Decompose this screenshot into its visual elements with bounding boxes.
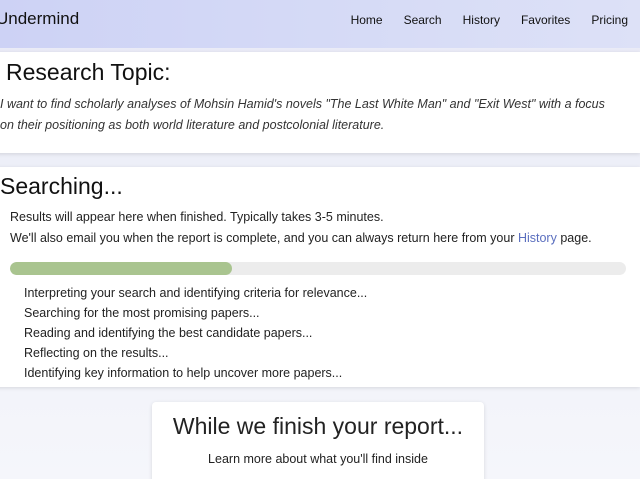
nav-links: Home Search History Favorites Pricing	[330, 13, 628, 27]
search-step-item: Interpreting your search and identifying…	[24, 286, 368, 300]
search-steps-list: Interpreting your search and identifying…	[24, 283, 367, 383]
progress-bar	[10, 262, 626, 275]
progress-bar-fill	[10, 262, 232, 275]
brand-logo[interactable]: Undermind	[0, 9, 79, 29]
searching-heading: Searching...	[0, 173, 123, 199]
status-message-email-text: We'll also email you when the report is …	[10, 231, 518, 245]
search-step-item: Reading and identifying the best candida…	[24, 326, 313, 340]
top-navbar: Undermind Home Search History Favorites …	[0, 0, 640, 48]
nav-link-favorites[interactable]: Favorites	[521, 13, 570, 27]
search-step-item: Identifying key information to help unco…	[24, 366, 343, 380]
search-step-item: Reflecting on the results...	[24, 346, 169, 360]
nav-link-history[interactable]: History	[463, 13, 500, 27]
search-step-item: Searching for the most promising papers.…	[24, 306, 260, 320]
while-we-finish-subtext: Learn more about what you'll find inside	[208, 452, 428, 466]
history-link[interactable]: History	[518, 231, 557, 245]
research-topic-text: I want to find scholarly analyses of Moh…	[0, 94, 640, 136]
nav-link-pricing[interactable]: Pricing	[591, 13, 628, 27]
research-topic-line-2: on their positioning as both world liter…	[0, 118, 385, 132]
research-topic-line-1: I want to find scholarly analyses of Moh…	[0, 97, 605, 111]
while-we-finish-heading: While we finish your report...	[172, 413, 464, 439]
status-message-email-suffix: page.	[556, 231, 592, 245]
nav-link-search[interactable]: Search	[404, 13, 442, 27]
nav-link-home[interactable]: Home	[351, 13, 383, 27]
research-topic-heading: Research Topic:	[6, 59, 171, 85]
status-message-email: We'll also email you when the report is …	[10, 231, 592, 245]
status-message-time: Results will appear here when finished. …	[10, 210, 384, 224]
